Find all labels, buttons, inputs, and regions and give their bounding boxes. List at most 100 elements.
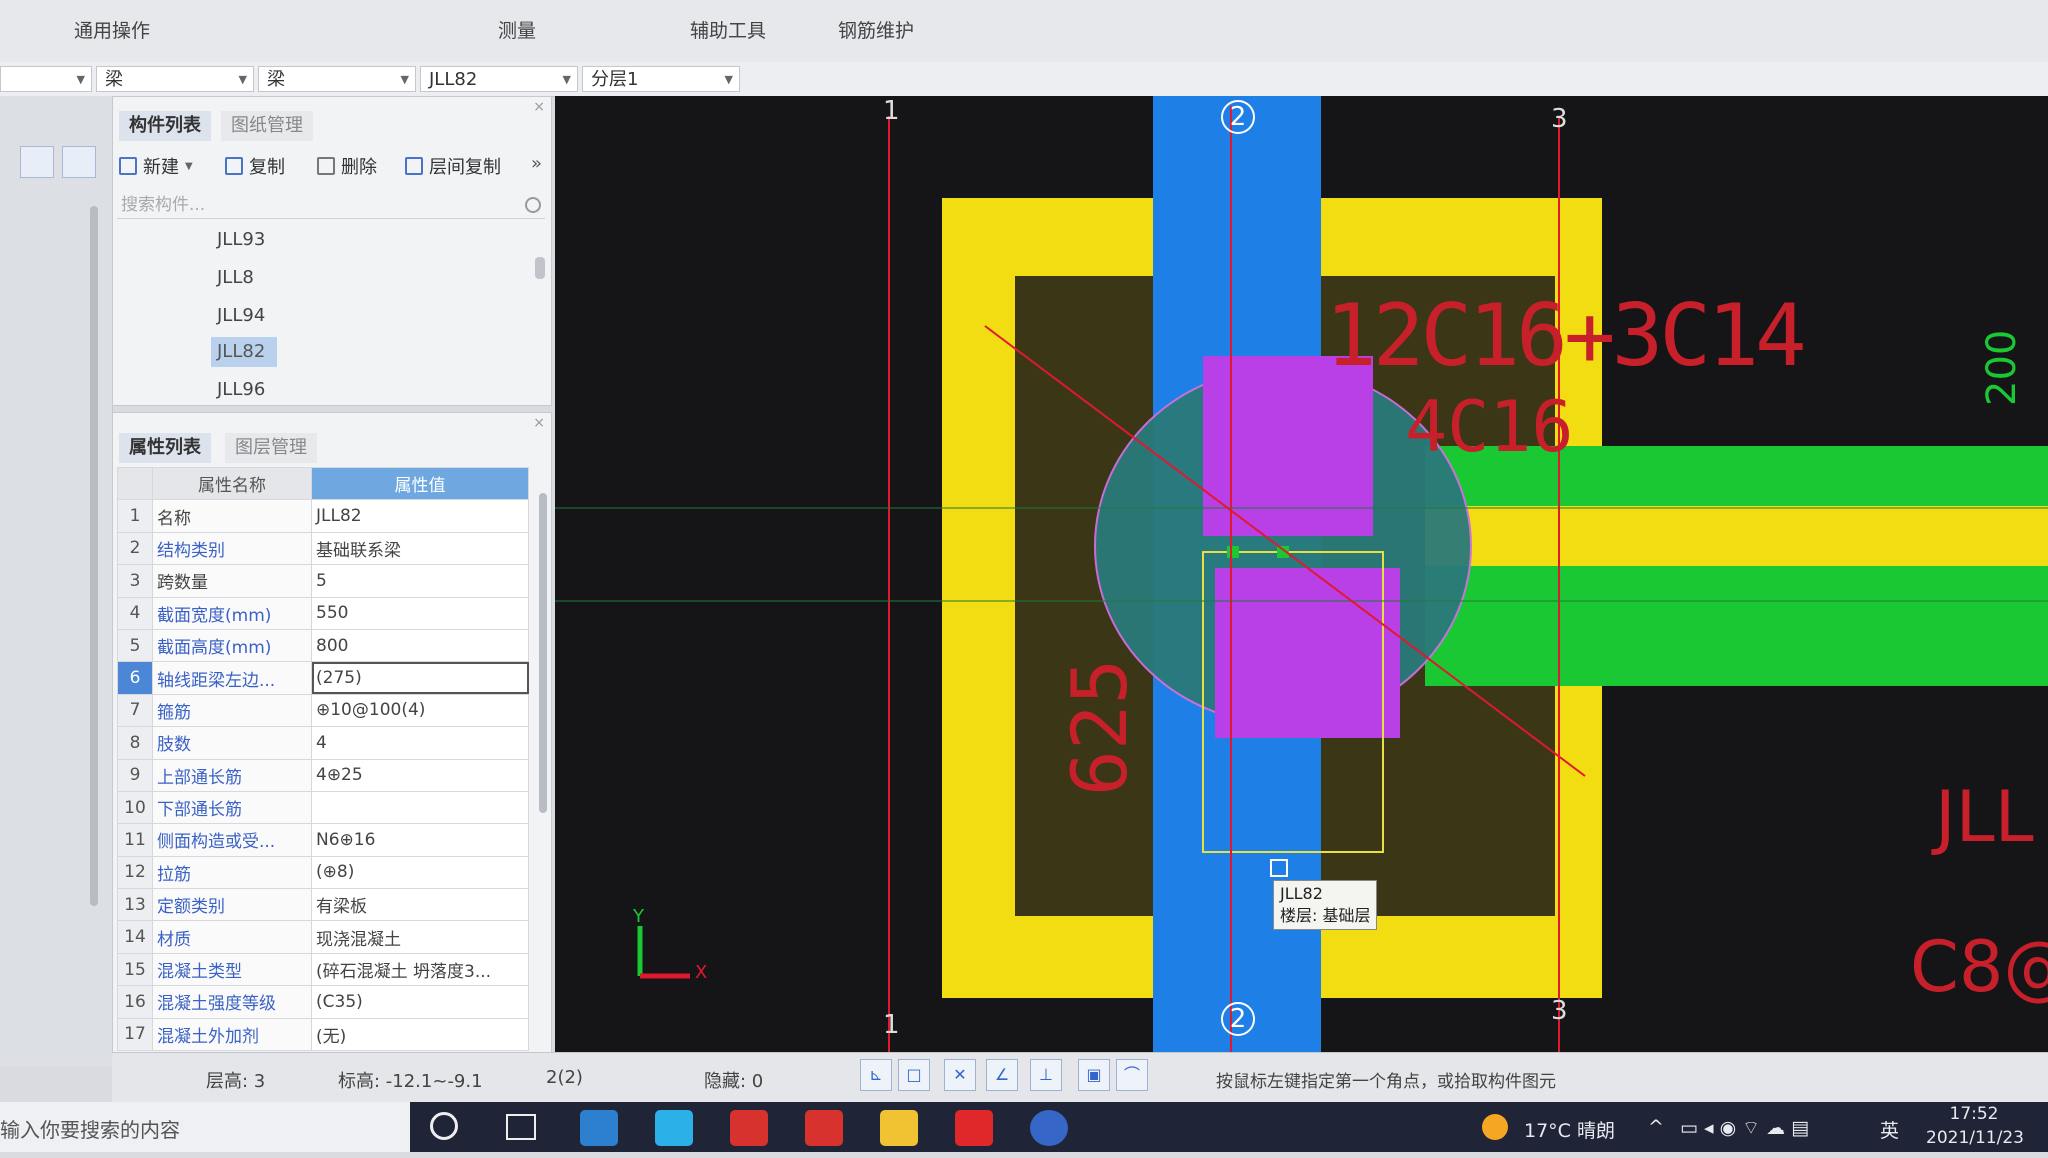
- chevron-down-icon: ▼: [238, 73, 247, 86]
- app-cad-icon[interactable]: [580, 1110, 618, 1146]
- elevation: 标高: -12.1~-9.1: [338, 1071, 483, 1092]
- property-value[interactable]: 550: [311, 596, 529, 630]
- gutter-scrollbar[interactable]: [90, 206, 98, 906]
- ortho-icon[interactable]: ⊾: [860, 1059, 892, 1091]
- app-ppt-icon[interactable]: [955, 1110, 993, 1146]
- property-value[interactable]: JLL82: [311, 499, 529, 533]
- property-value[interactable]: ⊕10@100(4): [311, 693, 529, 728]
- list-item[interactable]: JLL93: [211, 225, 277, 255]
- ribbon-group-rebar-maintain[interactable]: 钢筋维护: [838, 16, 914, 43]
- more-tools-button[interactable]: »: [531, 153, 542, 174]
- dimension-label: 625: [1055, 658, 1144, 796]
- property-value[interactable]: (275): [311, 661, 529, 695]
- copy-button[interactable]: 复制: [225, 153, 285, 179]
- property-value[interactable]: 5: [311, 564, 529, 598]
- close-icon[interactable]: ×: [533, 415, 545, 431]
- close-icon[interactable]: ×: [533, 99, 545, 115]
- property-value[interactable]: (C35): [311, 985, 529, 1019]
- ime-indicator[interactable]: 英: [1880, 1116, 1899, 1143]
- tab-layer-manage[interactable]: 图层管理: [225, 433, 317, 463]
- property-value[interactable]: (⊕8): [311, 855, 529, 890]
- offset-icon[interactable]: ⊥: [1030, 1059, 1062, 1091]
- cross-icon[interactable]: ✕: [944, 1059, 976, 1091]
- property-value[interactable]: 4⊕25: [311, 758, 529, 792]
- tab-property-list[interactable]: 属性列表: [119, 433, 211, 463]
- floor-copy-button[interactable]: 层间复制: [405, 153, 501, 179]
- app-globe-icon[interactable]: [1030, 1110, 1068, 1146]
- property-row[interactable]: 13 定额类别 有梁板: [117, 888, 529, 922]
- taskbar-search-input[interactable]: 输入你要搜索的内容: [0, 1102, 410, 1152]
- combo-type[interactable]: 梁 ▼: [258, 66, 416, 92]
- ribbon-group-aux-tools[interactable]: 辅助工具: [690, 16, 766, 43]
- combo-layer[interactable]: 分层1 ▼: [582, 66, 740, 92]
- property-value[interactable]: 有梁板: [311, 888, 529, 922]
- component-list-panel: 构件列表 图纸管理 × 新建 ▼ 复制 删除 层间复制 » 搜索构件... JLL…: [112, 96, 552, 406]
- combo-category[interactable]: 梁 ▼: [96, 66, 254, 92]
- list-item[interactable]: JLL96: [211, 375, 277, 405]
- purple-block-lower[interactable]: [1215, 568, 1400, 738]
- axis-label-top-1: 1: [883, 96, 900, 126]
- property-row[interactable]: 6 轴线距梁左边... (275): [117, 661, 529, 695]
- file-explorer-icon[interactable]: [880, 1110, 918, 1146]
- task-view-icon[interactable]: [506, 1114, 536, 1140]
- property-scrollbar[interactable]: [539, 493, 547, 813]
- property-row[interactable]: 12 拉筋 (⊕8): [117, 855, 529, 890]
- property-row[interactable]: 17 混凝土外加剂 (无): [117, 1017, 529, 1052]
- property-value[interactable]: 现浇混凝土: [311, 920, 529, 954]
- property-value[interactable]: [311, 790, 529, 825]
- property-row[interactable]: 16 混凝土强度等级 (C35): [117, 985, 529, 1019]
- property-row[interactable]: 3 跨数量 5: [117, 564, 529, 598]
- detail-view-icon[interactable]: [62, 146, 96, 178]
- property-name: 下部通长筋: [152, 790, 312, 825]
- property-row[interactable]: 7 箍筋 ⊕10@100(4): [117, 693, 529, 728]
- snap-icon[interactable]: □: [898, 1059, 930, 1091]
- property-value[interactable]: 4: [311, 726, 529, 760]
- clock-time[interactable]: 17:52: [1924, 1104, 2024, 1124]
- property-row[interactable]: 11 侧面构造或受... N6⊕16: [117, 823, 529, 857]
- grip-handle[interactable]: [1227, 546, 1239, 558]
- app-wps-icon[interactable]: [805, 1110, 843, 1146]
- cortana-icon[interactable]: [430, 1112, 458, 1140]
- list-item-selected[interactable]: JLL82: [211, 337, 278, 367]
- weather-text[interactable]: 17°C 晴朗: [1524, 1116, 1615, 1143]
- property-name: 上部通长筋: [152, 758, 312, 792]
- drawing-canvas[interactable]: 1 2 3 1 2 3 12C16+3C14 4C16 625 JLL C8@ …: [555, 96, 2048, 1052]
- weather-icon[interactable]: [1482, 1114, 1508, 1140]
- list-item[interactable]: JLL8: [211, 263, 266, 293]
- property-value[interactable]: N6⊕16: [311, 823, 529, 857]
- property-value[interactable]: (碎石混凝土 坍落度3...: [311, 952, 529, 987]
- tray-chevron-icon[interactable]: ^: [1648, 1116, 1664, 1138]
- arc-icon[interactable]: ⌒: [1116, 1059, 1148, 1091]
- display-icon[interactable]: ▣: [1078, 1059, 1110, 1091]
- property-value[interactable]: 800: [311, 628, 529, 663]
- tab-drawing-manage[interactable]: 图纸管理: [221, 111, 313, 141]
- ribbon-group-general[interactable]: 通用操作: [74, 16, 150, 43]
- search-icon[interactable]: [525, 197, 541, 213]
- list-item[interactable]: JLL94: [211, 301, 277, 331]
- tab-component-list[interactable]: 构件列表: [119, 111, 211, 141]
- property-row[interactable]: 14 材质 现浇混凝土: [117, 920, 529, 954]
- property-row[interactable]: 5 截面高度(mm) 800: [117, 628, 529, 663]
- property-row[interactable]: 2 结构类别 基础联系梁: [117, 531, 529, 566]
- ribbon-group-measure[interactable]: 测量: [498, 16, 536, 43]
- tray-icons[interactable]: ▭ ◂ ◉ ⌔ ☁ ▤: [1680, 1116, 1809, 1140]
- angle-icon[interactable]: ∠: [986, 1059, 1018, 1091]
- new-button[interactable]: 新建 ▼: [119, 153, 193, 179]
- property-row[interactable]: 15 混凝土类型 (碎石混凝土 坍落度3...: [117, 952, 529, 987]
- combo-blank[interactable]: ▼: [0, 66, 92, 92]
- list-view-icon[interactable]: [20, 146, 54, 178]
- property-row[interactable]: 10 下部通长筋: [117, 790, 529, 825]
- app-book-icon[interactable]: [730, 1110, 768, 1146]
- property-value[interactable]: 基础联系梁: [311, 531, 529, 566]
- combo-component[interactable]: JLL82 ▼: [420, 66, 578, 92]
- property-row[interactable]: 8 肢数 4: [117, 726, 529, 760]
- list-scrollbar[interactable]: [535, 257, 545, 279]
- clock-date[interactable]: 2021/11/23: [1910, 1128, 2040, 1148]
- delete-button[interactable]: 删除: [317, 153, 377, 179]
- property-value[interactable]: (无): [311, 1017, 529, 1052]
- component-search-input[interactable]: 搜索构件...: [117, 191, 545, 219]
- app-t-icon[interactable]: [655, 1110, 693, 1146]
- property-row[interactable]: 9 上部通长筋 4⊕25: [117, 758, 529, 792]
- property-row[interactable]: 4 截面宽度(mm) 550: [117, 596, 529, 630]
- property-row[interactable]: 1 名称 JLL82: [117, 499, 529, 533]
